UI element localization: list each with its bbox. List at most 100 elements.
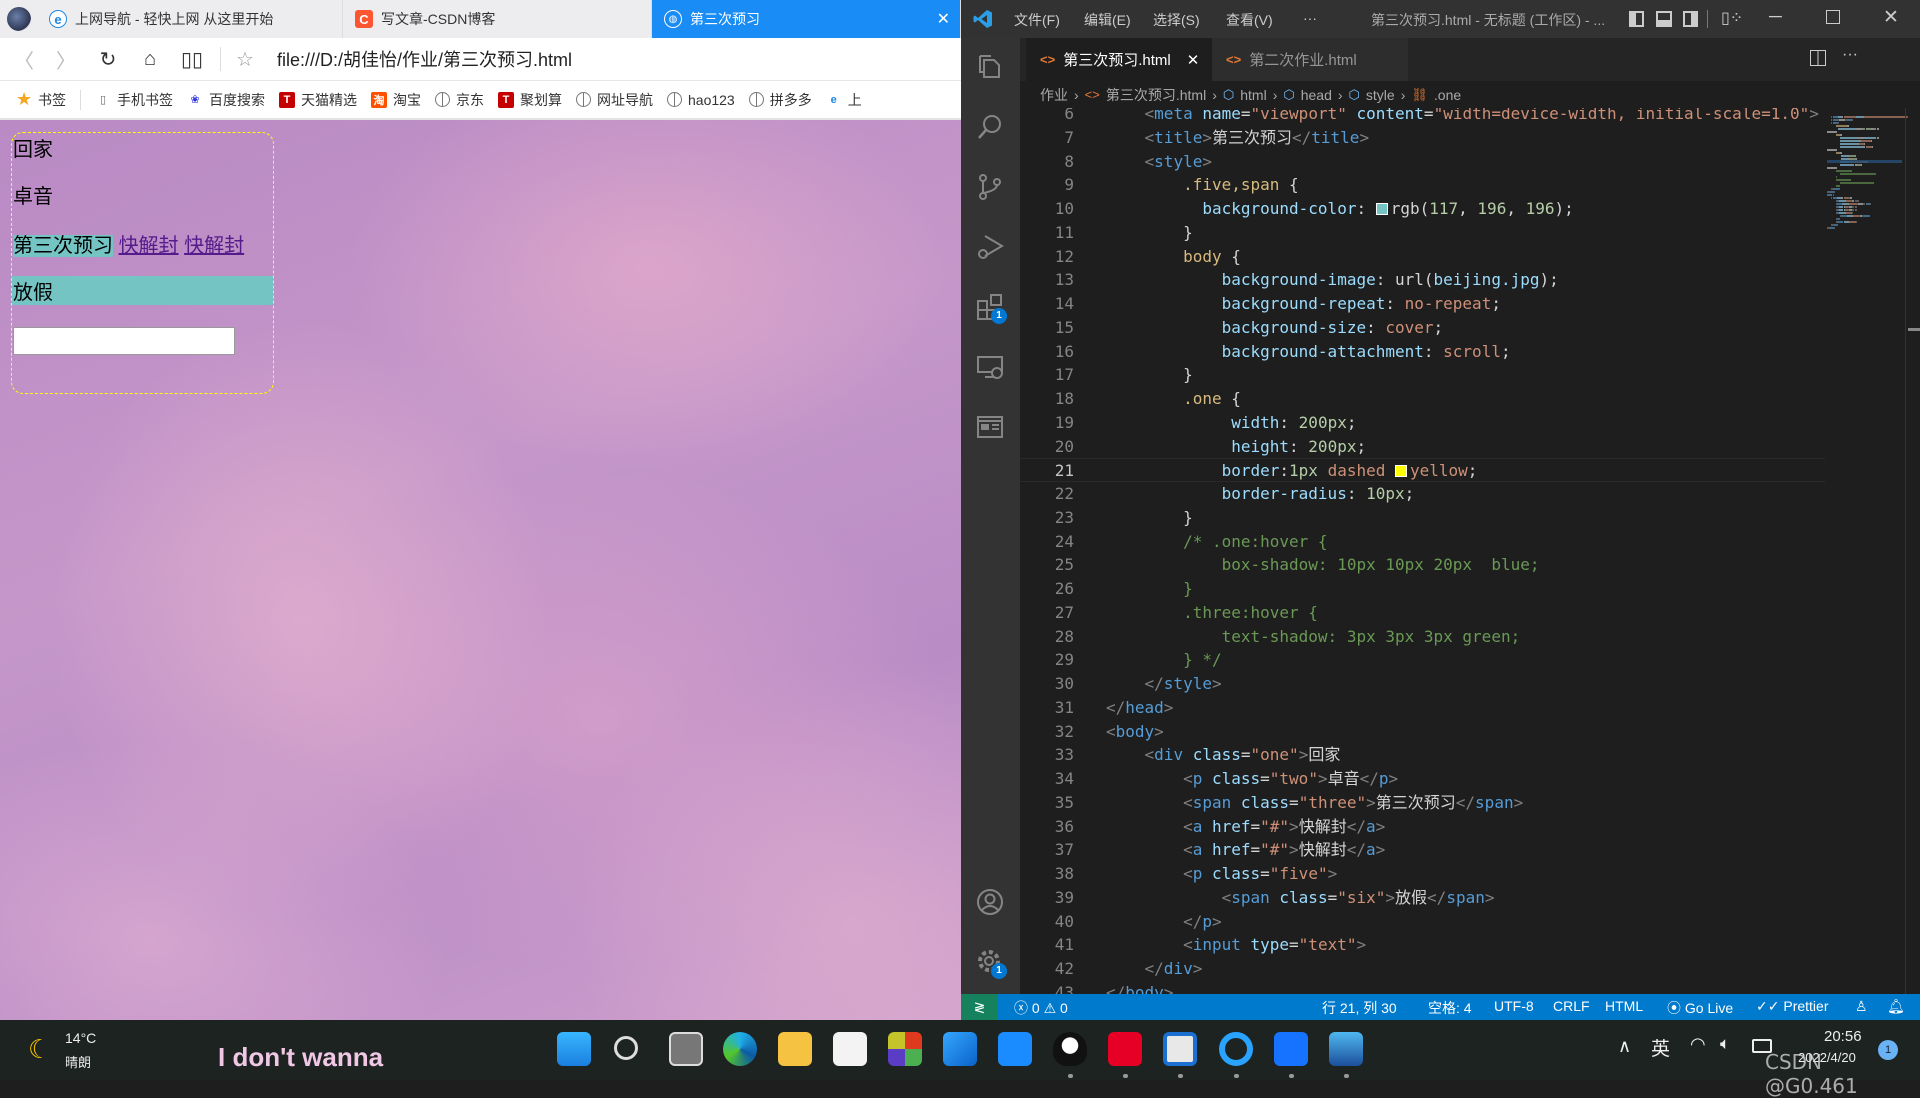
bookmark-item[interactable]: ▯ 手机书签 (95, 90, 173, 110)
preview-panel-icon[interactable] (975, 412, 1005, 442)
reload-button[interactable]: ↻ (90, 47, 126, 72)
toggle-sidebar-icon[interactable] (1629, 11, 1644, 27)
extensions-icon[interactable]: 1 (975, 292, 1007, 324)
run-debug-icon[interactable] (975, 232, 1005, 262)
accounts-icon[interactable] (975, 887, 1005, 917)
browser-tab-active[interactable]: ◍ 第三次预习 ✕ (652, 0, 961, 38)
color-swatch[interactable] (1375, 203, 1388, 215)
browser-window-icon[interactable] (1163, 1032, 1197, 1066)
menu-selection[interactable]: 选择(S) (1153, 10, 1200, 30)
remote-explorer-icon[interactable] (975, 352, 1005, 382)
scroll-thumb[interactable] (1908, 328, 1920, 331)
browser-profile-avatar[interactable] (0, 0, 37, 38)
breadcrumb-item[interactable]: html (1240, 87, 1266, 103)
menu-view[interactable]: 查看(V) (1226, 10, 1273, 30)
forward-button[interactable]: 〉 (48, 45, 84, 74)
home-button[interactable]: ⌂ (132, 48, 168, 71)
browser-window: e 上网导航 - 轻快上网 从这里开始 C 写文章-CSDN博客 ◍ 第三次预习… (0, 0, 961, 1020)
bookmark-item[interactable]: 京东 (435, 90, 484, 110)
url-input[interactable]: file:///D:/胡佳怡/作业/第三次预习.html (277, 46, 572, 72)
qq-icon[interactable] (1053, 1032, 1087, 1066)
back-button[interactable]: 〈 (6, 45, 42, 74)
netease-music-icon[interactable] (1108, 1032, 1142, 1066)
customize-layout-icon[interactable]: ▯⁘ (1721, 8, 1743, 28)
breadcrumb-item[interactable]: .one (1434, 87, 1461, 103)
edge-icon[interactable] (723, 1032, 757, 1066)
bookmark-star-button[interactable]: ☆ (227, 47, 263, 72)
bookmark-item[interactable]: hao123 (667, 92, 735, 108)
weather-temp[interactable]: 14°C (65, 1030, 96, 1046)
notifications-bell-icon[interactable]: 🔔︎ (1887, 998, 1905, 1015)
bookmark-item[interactable]: 网址导航 (576, 90, 653, 110)
link[interactable]: 快解封 (184, 235, 244, 257)
browser-tab[interactable]: e 上网导航 - 轻快上网 从这里开始 (37, 0, 343, 38)
menu-more[interactable]: ··· (1303, 10, 1317, 26)
line-ending[interactable]: CRLF (1553, 998, 1590, 1014)
encoding[interactable]: UTF-8 (1494, 998, 1534, 1014)
breadcrumb-item[interactable]: style (1366, 87, 1395, 103)
vertical-scrollbar[interactable] (1905, 108, 1920, 994)
explorer-icon[interactable] (975, 52, 1005, 82)
dingtalk-icon[interactable] (998, 1032, 1032, 1066)
volume-icon[interactable]: 🔈︎ (1720, 1034, 1730, 1054)
weather-desc[interactable]: 晴朗 (65, 1052, 91, 1071)
toggle-panel-icon[interactable] (1656, 11, 1672, 27)
maximize-button[interactable] (1826, 10, 1840, 24)
more-actions-icon[interactable]: ··· (1842, 46, 1858, 64)
close-tab-icon[interactable]: ✕ (937, 9, 950, 29)
editor-tab-active[interactable]: <> 第三次预习.html ✕ (1026, 38, 1212, 81)
toggle-secondary-sidebar-icon[interactable] (1683, 11, 1698, 27)
link[interactable]: 快解封 (119, 235, 179, 257)
qq-browser-icon[interactable] (1219, 1032, 1253, 1066)
split-editor-icon[interactable] (1810, 50, 1826, 66)
windows-start-icon[interactable] (557, 1032, 591, 1066)
menu-file[interactable]: 文件(F) (1014, 10, 1060, 30)
text-input[interactable] (13, 327, 235, 355)
source-control-icon[interactable] (975, 172, 1005, 202)
breadcrumb-item[interactable]: 第三次预习.html (1106, 85, 1206, 105)
settings-gear-icon[interactable]: 1 (975, 947, 1007, 979)
color-swatch[interactable] (1395, 465, 1407, 478)
problems-indicator[interactable]: ⓧ 0 ⚠ 0 (1014, 998, 1068, 1018)
bookmark-item[interactable]: 拼多多 (748, 90, 812, 110)
input-method[interactable]: 英 (1651, 1034, 1670, 1061)
prettier-button[interactable]: ✓✓ Prettier (1756, 998, 1828, 1015)
bookmark-item[interactable]: 淘淘宝 (371, 90, 421, 110)
code-token: no-repeat (1404, 294, 1492, 313)
remote-indicator-icon[interactable]: ≷ (961, 994, 998, 1020)
feedback-icon[interactable]: ♙ (1855, 998, 1868, 1015)
close-window-button[interactable]: ✕ (1883, 6, 1899, 29)
mail-icon[interactable] (943, 1032, 977, 1066)
menu-edit[interactable]: 编辑(E) (1084, 10, 1131, 30)
breadcrumb-item[interactable]: head (1301, 87, 1332, 103)
code-editor[interactable]: 6 <meta name="viewport" content="width=d… (1020, 108, 1920, 994)
lanhu-icon[interactable] (1274, 1032, 1308, 1066)
bookmark-item[interactable]: ❀ 百度搜索 (187, 90, 265, 110)
photos-icon[interactable] (1329, 1032, 1363, 1066)
cursor-position[interactable]: 行 21, 列 30 (1322, 998, 1397, 1018)
reader-mode-button[interactable]: ▯▯ (174, 47, 210, 72)
close-tab-icon[interactable]: ✕ (1187, 51, 1200, 69)
clock-time[interactable]: 20:56 (1824, 1028, 1862, 1045)
bookmark-item[interactable]: e上 (826, 90, 862, 110)
file-explorer-icon[interactable] (778, 1032, 812, 1066)
breadcrumb-item[interactable]: 作业 (1040, 85, 1068, 105)
browser-tab[interactable]: C 写文章-CSDN博客 (343, 0, 652, 38)
store-icon[interactable] (833, 1032, 867, 1066)
search-icon[interactable] (614, 1036, 638, 1060)
indentation[interactable]: 空格: 4 (1428, 998, 1472, 1018)
editor-tab[interactable]: <> 第二次作业.html (1212, 38, 1408, 81)
code-token: </ (1455, 792, 1476, 812)
language-mode[interactable]: HTML (1605, 998, 1643, 1014)
bookmark-item[interactable]: ★ 书签 (16, 89, 66, 110)
search-icon[interactable] (975, 112, 1005, 142)
bookmark-item[interactable]: T 聚划算 (498, 90, 562, 110)
office-icon[interactable] (888, 1032, 922, 1066)
minimap[interactable] (1827, 108, 1909, 308)
task-view-icon[interactable] (669, 1032, 703, 1066)
minimize-button[interactable]: ─ (1769, 6, 1782, 27)
chevron-up-icon[interactable]: ∧ (1618, 1036, 1631, 1057)
go-live-button[interactable]: ⦿ Go Live (1667, 998, 1733, 1018)
wifi-icon[interactable]: ◠ (1690, 1034, 1706, 1055)
bookmark-item[interactable]: T 天猫精选 (279, 90, 357, 110)
